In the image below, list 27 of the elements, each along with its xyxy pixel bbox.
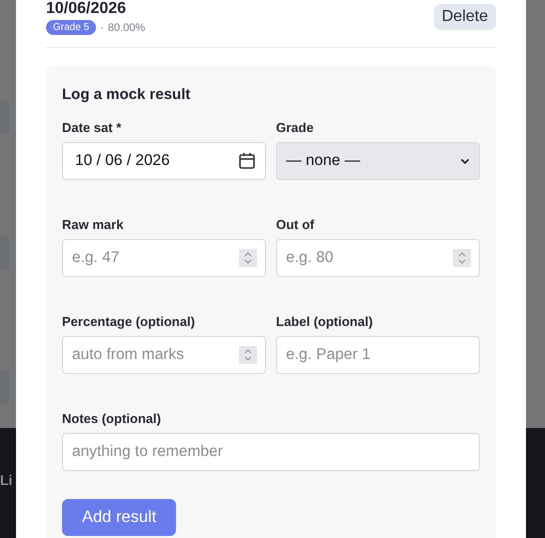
number-field[interactable]: e.g. 80 — [276, 239, 480, 277]
number-field[interactable]: auto from marks — [62, 336, 266, 374]
grade-badge: Grade 5 — [46, 20, 96, 35]
spinner-icon[interactable] — [239, 346, 257, 364]
field-label: Grade — [276, 120, 315, 135]
field-label: Date sat * — [62, 120, 122, 135]
field-label: Percentage (optional) — [62, 314, 196, 329]
grade-select[interactable]: — none — — [276, 142, 480, 180]
text-field[interactable]: anything to remember — [62, 433, 480, 471]
percentage-text: 80.00% — [108, 22, 146, 34]
number-field[interactable]: e.g. 47 — [62, 239, 266, 277]
text-field[interactable]: e.g. Paper 1 — [276, 336, 480, 374]
date-field[interactable]: 10 / 06 / 2026 — [62, 142, 266, 180]
add-result-button[interactable]: Add result — [62, 499, 176, 536]
field-label: Label (optional) — [276, 314, 374, 329]
field-label: Raw mark — [62, 217, 124, 232]
delete-button[interactable]: Delete — [434, 4, 496, 30]
form-title: Log a mock result — [62, 86, 192, 103]
field-label: Notes (optional) — [62, 411, 162, 426]
result-date: 10/06/2026 — [46, 0, 128, 18]
calendar-icon — [238, 152, 256, 170]
spinner-icon[interactable] — [453, 249, 471, 267]
separator: · — [100, 22, 104, 34]
field-label: Out of — [276, 217, 316, 232]
chevron-down-icon — [460, 158, 470, 164]
footer-text: Li — [0, 472, 14, 488]
spinner-icon[interactable] — [239, 249, 257, 267]
